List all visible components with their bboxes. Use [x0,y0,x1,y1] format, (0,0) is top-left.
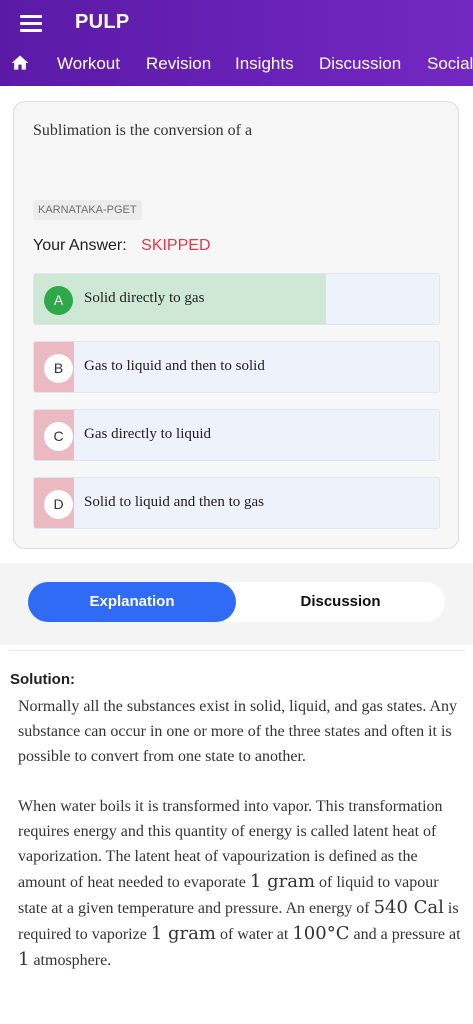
math-value: 1 [18,949,30,970]
option-a[interactable]: A Solid directly to gas [33,273,440,325]
option-text: Solid to liquid and then to gas [84,494,264,510]
math-value: 1 gram [249,871,316,892]
math-value: 1 gram [150,923,216,944]
option-letter: A [44,286,73,315]
question-text: Sublimation is the conversion of a [33,122,253,139]
solution-heading: Solution: [10,671,75,688]
app-title: PULP [75,11,130,33]
solution-paragraph: When water boils it is transformed into … [18,794,468,973]
option-letter: C [44,422,73,451]
your-answer-row: Your Answer: SKIPPED [33,237,211,255]
solution-text: and a pressure at [349,926,461,943]
solution-text: of water at [215,926,293,943]
math-value: 100°C [292,923,350,944]
discussion-tab[interactable]: Discussion [236,582,445,622]
option-text: Gas directly to liquid [84,426,212,442]
tab-workout[interactable]: Workout [57,54,120,74]
explanation-tab-area: Explanation Discussion [0,563,473,645]
tab-insights[interactable]: Insights [235,54,294,74]
solution-paragraph: Normally all the substances exist in sol… [18,698,458,765]
option-text: Solid directly to gas [84,290,205,306]
solution-body: Normally all the substances exist in sol… [18,694,468,998]
divider [10,650,465,651]
home-icon[interactable] [10,53,30,73]
solution-text: atmosphere. [29,952,112,969]
segmented-tab-switch: Explanation Discussion [28,582,445,622]
option-b[interactable]: B Gas to liquid and then to solid [33,341,440,393]
math-value: 540 Cal [373,897,444,918]
nav-tabs: Workout Revision Insights Discussion Soc… [0,48,473,80]
app-bar: PULP Workout Revision Insights Discussio… [0,0,473,86]
menu-icon[interactable] [20,12,44,34]
option-d[interactable]: D Solid to liquid and then to gas [33,477,440,529]
your-answer-status: SKIPPED [141,237,211,254]
tab-discussion[interactable]: Discussion [319,54,401,74]
question-card: Sublimation is the conversion of a KARNA… [13,101,459,549]
exam-tag: KARNATAKA-PGET [33,200,142,220]
option-letter: B [44,354,73,383]
tab-revision[interactable]: Revision [146,54,211,74]
your-answer-label: Your Answer: [33,237,127,254]
option-text: Gas to liquid and then to solid [84,358,265,374]
explanation-tab[interactable]: Explanation [28,582,236,622]
tab-social[interactable]: Social [427,54,473,74]
option-c[interactable]: C Gas directly to liquid [33,409,440,461]
option-letter: D [44,490,73,519]
